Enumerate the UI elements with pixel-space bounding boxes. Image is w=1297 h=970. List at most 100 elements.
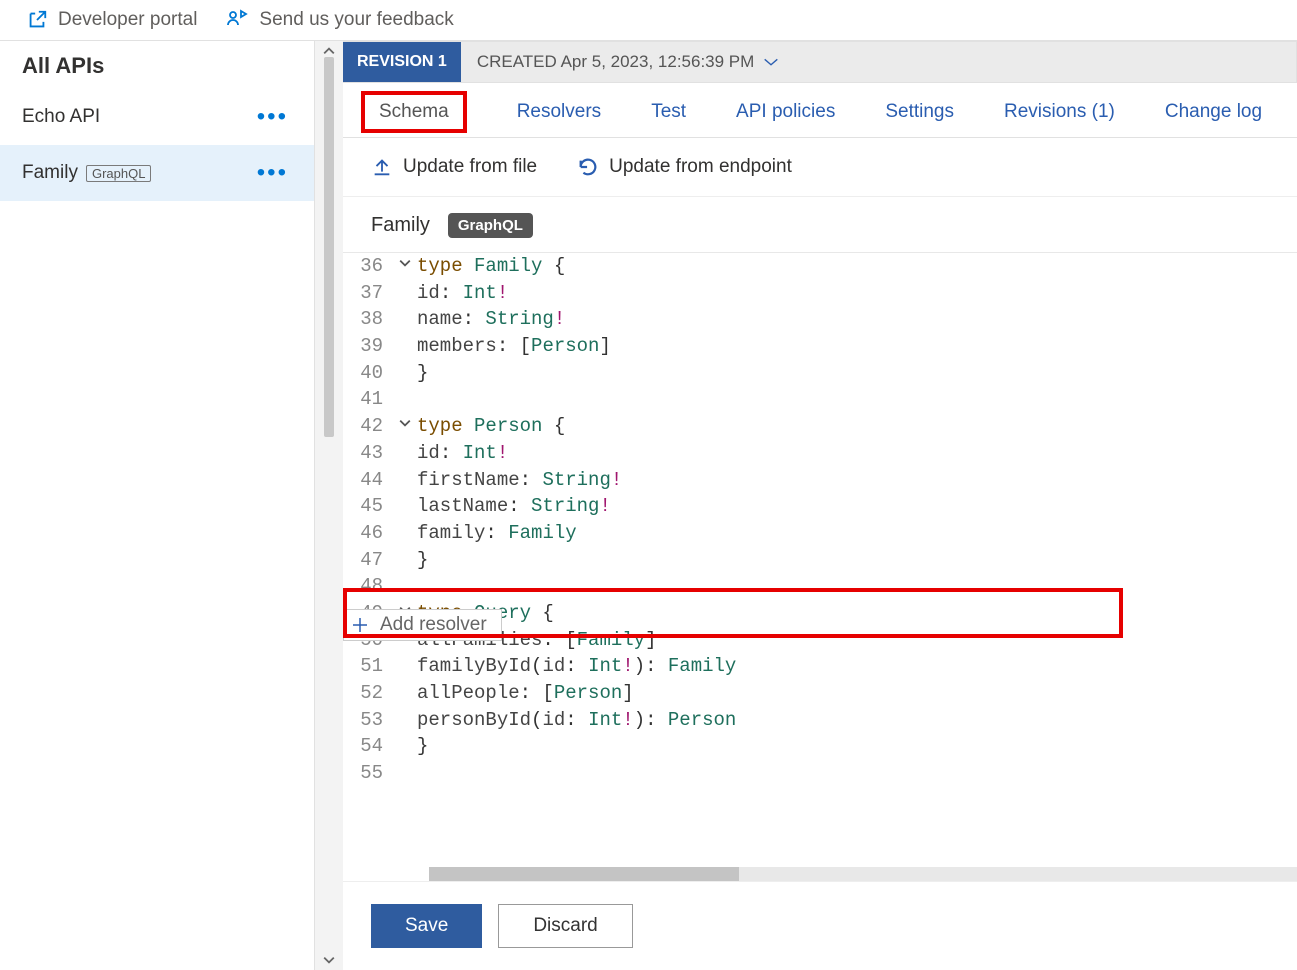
save-button[interactable]: Save <box>371 904 482 948</box>
revision-created-label: CREATED Apr 5, 2023, 12:56:39 PM <box>477 52 755 72</box>
code-editor[interactable]: 36type Family {37 id: Int!38 name: Strin… <box>343 253 1297 787</box>
horizontal-scrollbar[interactable] <box>429 867 1297 881</box>
update-from-file-label: Update from file <box>403 156 537 178</box>
tab-settings[interactable]: Settings <box>885 97 954 127</box>
code-content: } <box>417 733 1297 760</box>
developer-portal-link[interactable]: Developer portal <box>26 9 197 31</box>
code-line[interactable]: 46 family: Family <box>343 520 1297 547</box>
sidebar-item-family[interactable]: Family GraphQL ••• <box>0 145 314 201</box>
schema-title: Family <box>371 214 430 237</box>
line-number: 52 <box>343 680 393 707</box>
revision-badge: REVISION 1 <box>343 42 461 82</box>
code-line[interactable]: 36 type Family { <box>343 253 1297 280</box>
more-icon[interactable]: ••• <box>253 105 292 129</box>
tab-schema[interactable]: Schema <box>379 97 449 126</box>
discard-button[interactable]: Discard <box>498 904 632 948</box>
line-number: 43 <box>343 440 393 467</box>
code-content: } <box>417 547 1297 574</box>
tab-api-policies[interactable]: API policies <box>736 97 835 127</box>
code-content: personById(id: Int!): Person <box>417 707 1297 734</box>
api-name: Family <box>22 162 78 184</box>
feedback-label: Send us your feedback <box>259 9 453 31</box>
all-apis-header: All APIs <box>0 41 314 89</box>
tab-changelog[interactable]: Change log <box>1165 97 1262 127</box>
vertical-scrollbar[interactable] <box>315 41 343 970</box>
line-number: 39 <box>343 333 393 360</box>
tab-resolvers[interactable]: Resolvers <box>517 97 601 127</box>
line-number: 36 <box>343 253 393 280</box>
line-number: 40 <box>343 360 393 387</box>
code-content: } <box>417 360 1297 387</box>
feedback-icon <box>225 8 249 32</box>
update-from-endpoint-label: Update from endpoint <box>609 156 792 178</box>
fold-toggle-icon[interactable] <box>393 253 417 280</box>
plus-icon <box>350 615 370 635</box>
code-content: family: Family <box>417 520 1297 547</box>
api-tag: GraphQL <box>86 165 151 182</box>
line-number: 38 <box>343 306 393 333</box>
code-content: familyById(id: Int!): Family <box>417 653 1297 680</box>
code-content: lastName: String! <box>417 493 1297 520</box>
line-number: 53 <box>343 707 393 734</box>
code-content: allPeople: [Person] <box>417 680 1297 707</box>
line-number: 42 <box>343 413 393 440</box>
scroll-up-icon[interactable] <box>323 45 335 57</box>
add-resolver-button[interactable]: Add resolver <box>343 609 502 641</box>
line-number: 45 <box>343 493 393 520</box>
code-line[interactable]: 54} <box>343 733 1297 760</box>
code-content: type Family { <box>417 253 1297 280</box>
code-line[interactable]: 52 allPeople: [Person] <box>343 680 1297 707</box>
code-content: id: Int! <box>417 440 1297 467</box>
refresh-icon <box>577 156 599 178</box>
code-content: members: [Person] <box>417 333 1297 360</box>
code-line[interactable]: 48 <box>343 573 1297 600</box>
external-link-icon <box>26 9 48 31</box>
sidebar-item-echo-api[interactable]: Echo API ••• <box>0 89 314 145</box>
line-number: 54 <box>343 733 393 760</box>
api-name: Echo API <box>22 106 100 128</box>
code-line[interactable]: 39 members: [Person] <box>343 333 1297 360</box>
upload-icon <box>371 156 393 178</box>
hscroll-thumb[interactable] <box>429 867 739 881</box>
revision-dropdown[interactable]: CREATED Apr 5, 2023, 12:56:39 PM <box>461 42 797 82</box>
line-number: 55 <box>343 760 393 787</box>
line-number: 48 <box>343 573 393 600</box>
scroll-down-icon[interactable] <box>323 954 335 966</box>
code-content: firstName: String! <box>417 467 1297 494</box>
line-number: 46 <box>343 520 393 547</box>
add-resolver-label: Add resolver <box>380 614 487 636</box>
scrollbar-thumb[interactable] <box>324 57 334 437</box>
code-line[interactable]: 47} <box>343 547 1297 574</box>
more-icon[interactable]: ••• <box>253 161 292 185</box>
code-line[interactable]: 37 id: Int! <box>343 280 1297 307</box>
graphql-badge: GraphQL <box>448 213 533 238</box>
code-line[interactable]: 55 <box>343 760 1297 787</box>
line-number: 51 <box>343 653 393 680</box>
code-line[interactable]: 40} <box>343 360 1297 387</box>
update-from-endpoint-button[interactable]: Update from endpoint <box>577 156 792 178</box>
code-line[interactable]: 44 firstName: String! <box>343 467 1297 494</box>
code-content: allFamilies: [Family] <box>417 627 1297 654</box>
tab-revisions[interactable]: Revisions (1) <box>1004 97 1115 127</box>
fold-toggle-icon[interactable] <box>393 413 417 440</box>
code-line[interactable]: 41 <box>343 386 1297 413</box>
line-number: 37 <box>343 280 393 307</box>
code-line[interactable]: 45 lastName: String! <box>343 493 1297 520</box>
code-content: id: Int! <box>417 280 1297 307</box>
code-line[interactable]: 51 familyById(id: Int!): Family <box>343 653 1297 680</box>
feedback-link[interactable]: Send us your feedback <box>225 8 453 32</box>
chevron-down-icon <box>762 53 780 71</box>
code-content: type Person { <box>417 413 1297 440</box>
line-number: 44 <box>343 467 393 494</box>
line-number: 47 <box>343 547 393 574</box>
code-line[interactable]: 38 name: String! <box>343 306 1297 333</box>
code-content: name: String! <box>417 306 1297 333</box>
update-from-file-button[interactable]: Update from file <box>371 156 537 178</box>
code-line[interactable]: 43 id: Int! <box>343 440 1297 467</box>
developer-portal-label: Developer portal <box>58 9 197 31</box>
code-line[interactable]: 53 personById(id: Int!): Person <box>343 707 1297 734</box>
tab-test[interactable]: Test <box>651 97 686 127</box>
code-line[interactable]: 42 type Person { <box>343 413 1297 440</box>
line-number: 41 <box>343 386 393 413</box>
code-content: type Query { <box>417 600 1297 627</box>
